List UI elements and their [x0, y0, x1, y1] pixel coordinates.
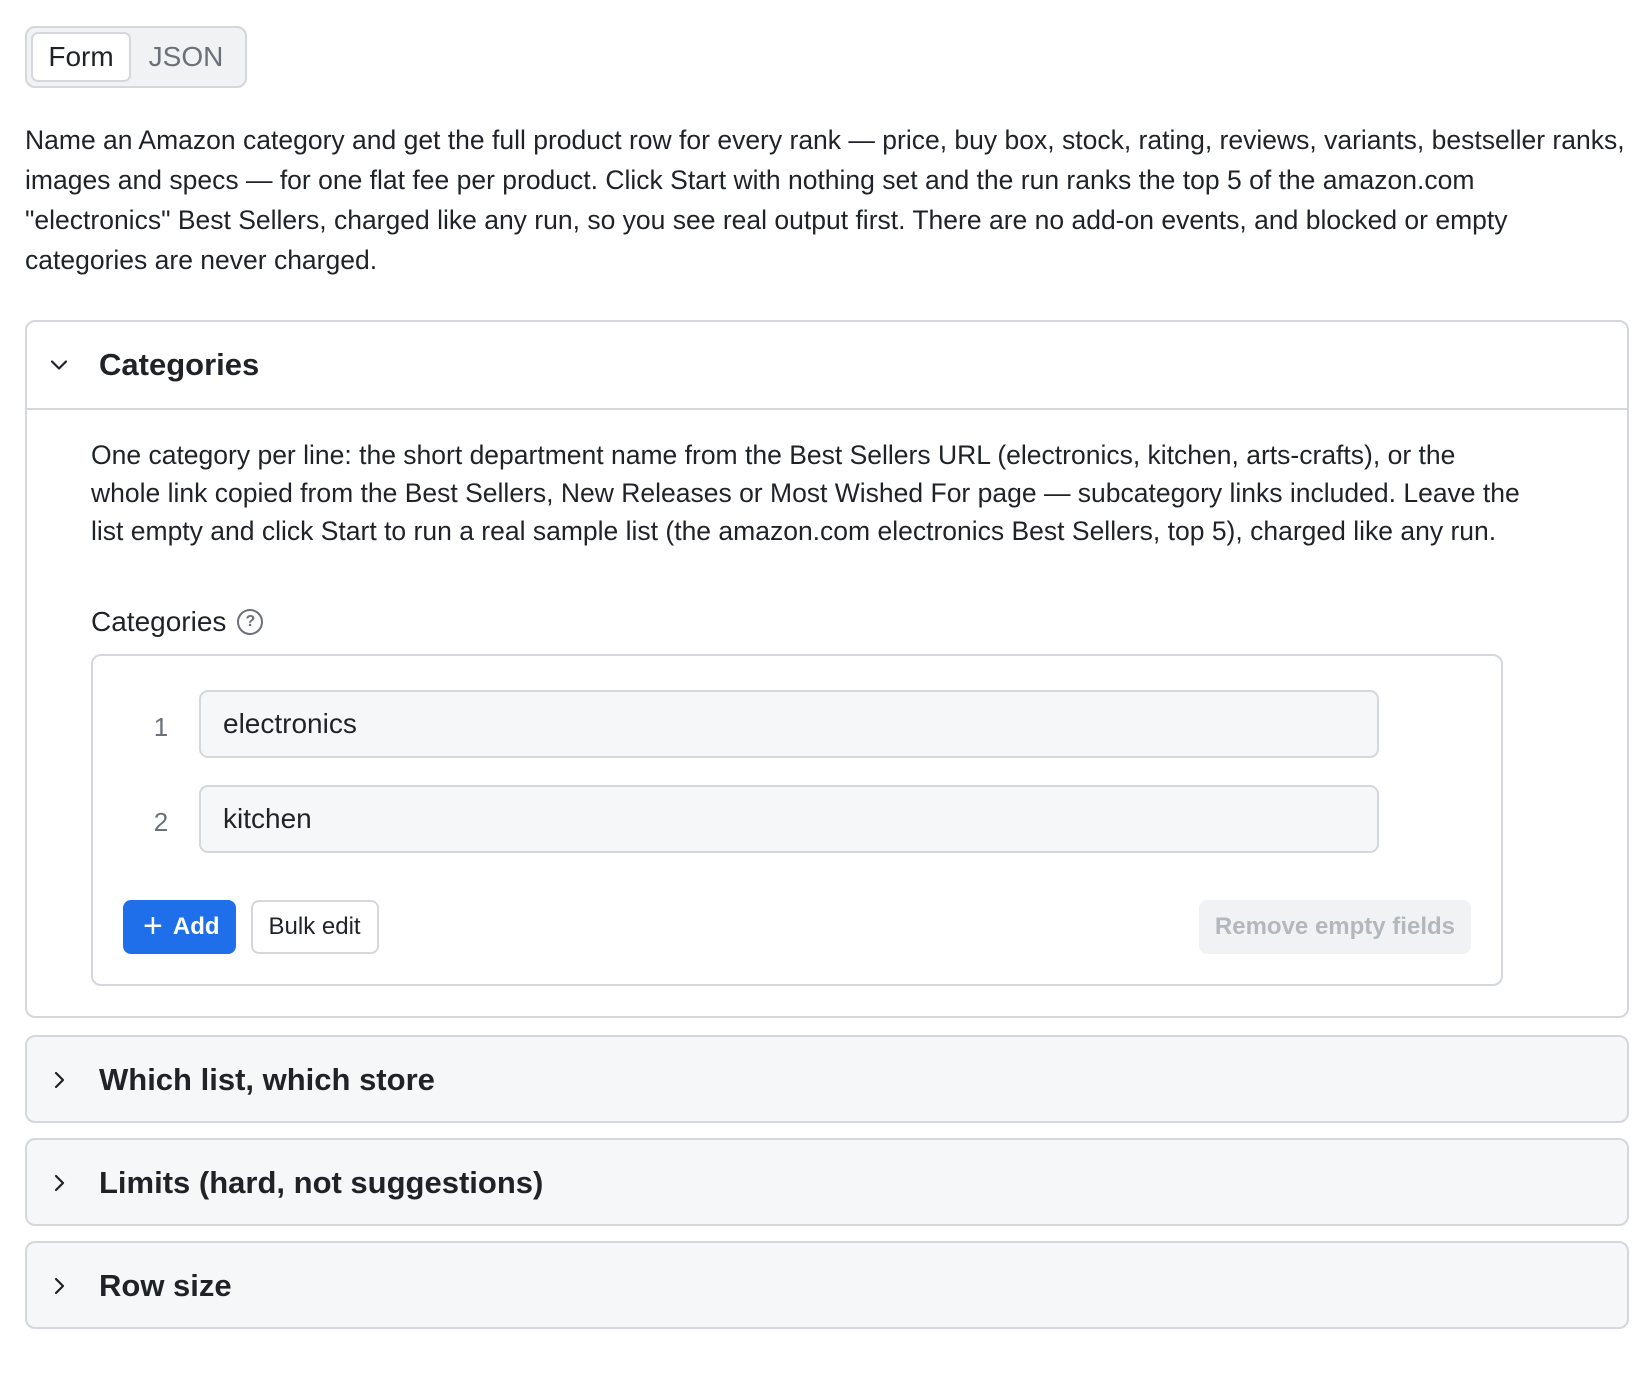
section-which-list-header[interactable]: Which list, which store: [27, 1037, 1627, 1121]
list-item: 1: [123, 690, 1469, 758]
plus-icon: +: [143, 906, 163, 945]
section-which-list: Which list, which store: [25, 1035, 1629, 1123]
help-icon[interactable]: ?: [237, 609, 264, 635]
section-categories: Categories One category per line: the sh…: [25, 320, 1629, 1018]
row-number: 1: [153, 711, 169, 742]
input-form-page: Form JSON Name an Amazon category and ge…: [0, 0, 1648, 1390]
row-number: 2: [153, 806, 169, 837]
section-row-size: Row size: [25, 1241, 1629, 1329]
list-actions: + Add Bulk edit Remove empty fields: [123, 900, 1471, 954]
category-input-1[interactable]: [199, 690, 1379, 758]
categories-list: 1 2 + Add Bulk edit Remove empty fields: [91, 654, 1503, 986]
tab-json[interactable]: JSON: [131, 32, 241, 82]
section-limits: Limits (hard, not suggestions): [25, 1138, 1629, 1226]
chevron-right-icon: [49, 1173, 69, 1193]
section-row-size-header[interactable]: Row size: [27, 1243, 1627, 1327]
field-label-row: Categories ?: [91, 602, 1583, 642]
tab-form[interactable]: Form: [31, 32, 131, 82]
section-title: Row size: [99, 1268, 232, 1303]
intro-description: Name an Amazon category and get the full…: [25, 125, 1625, 275]
mode-toggle: Form JSON: [25, 26, 247, 88]
add-button[interactable]: + Add: [123, 900, 236, 954]
add-button-label: Add: [172, 913, 220, 940]
section-title: Limits (hard, not suggestions): [99, 1165, 544, 1200]
field-label: Categories: [91, 606, 227, 637]
section-title: Which list, which store: [99, 1062, 435, 1097]
section-categories-body: One category per line: the short departm…: [27, 410, 1627, 1016]
category-input-2[interactable]: [199, 785, 1379, 853]
section-limits-header[interactable]: Limits (hard, not suggestions): [27, 1140, 1627, 1224]
chevron-right-icon: [49, 1070, 69, 1090]
remove-empty-fields-button[interactable]: Remove empty fields: [1198, 900, 1471, 954]
section-description: One category per line: the short departm…: [91, 440, 1520, 546]
chevron-right-icon: [49, 1276, 69, 1296]
section-title: Categories: [99, 347, 260, 382]
section-categories-header[interactable]: Categories: [27, 322, 1627, 410]
list-item: 2: [123, 785, 1469, 853]
bulk-edit-button[interactable]: Bulk edit: [250, 900, 379, 954]
chevron-down-icon: [49, 355, 69, 375]
